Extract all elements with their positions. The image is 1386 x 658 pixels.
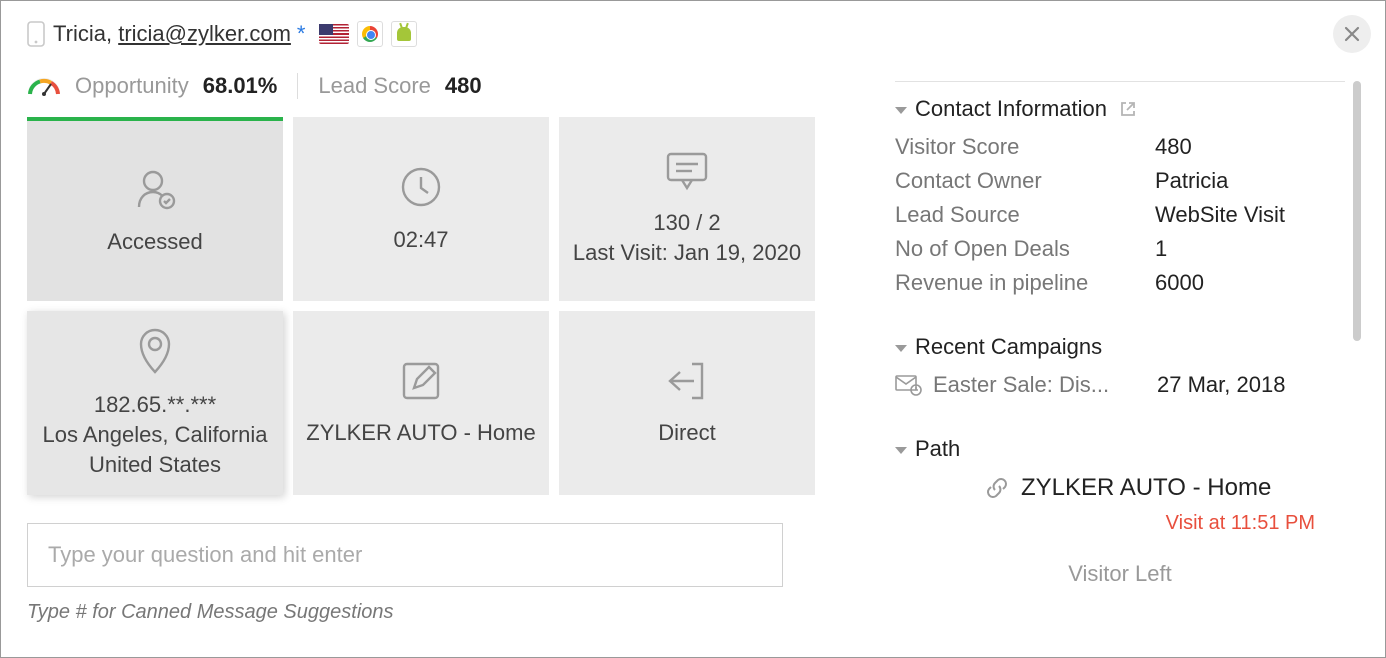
contact-row: Lead SourceWebSite Visit (895, 202, 1345, 228)
visitor-tiles-grid: Accessed 02:47 130 / 2 Last Visit: Jan 1… (27, 117, 815, 495)
contact-k-1: Contact Owner (895, 168, 1155, 194)
device-mobile-icon (27, 21, 45, 47)
starred-indicator: * (297, 21, 306, 47)
caret-down-icon (895, 345, 907, 352)
location-pin-icon (135, 326, 175, 376)
opportunity-label: Opportunity (75, 73, 189, 99)
clock-icon (397, 163, 445, 211)
tile-visits-last: Last Visit: Jan 19, 2020 (573, 238, 801, 268)
edit-page-icon (398, 358, 444, 404)
tile-visits-count: 130 / 2 (653, 208, 720, 238)
contact-k-2: Lead Source (895, 202, 1155, 228)
external-link-icon[interactable] (1119, 100, 1137, 118)
android-icon (397, 27, 411, 41)
scrollbar[interactable] (1353, 81, 1361, 341)
opportunity-value: 68.01% (203, 73, 278, 99)
enter-arrow-icon (664, 358, 710, 404)
visitor-metrics: Opportunity 68.01% Lead Score 480 (27, 73, 815, 99)
contact-row: Contact OwnerPatricia (895, 168, 1345, 194)
contact-row: No of Open Deals1 (895, 236, 1345, 262)
caret-down-icon (895, 107, 907, 114)
close-icon (1344, 26, 1360, 42)
contact-k-3: No of Open Deals (895, 236, 1155, 262)
divider (297, 73, 298, 99)
path-visit-time: Visit at 11:51 PM (895, 512, 1345, 535)
browser-chrome-badge (357, 21, 383, 47)
section-campaigns: Recent Campaigns Easter Sale: Dis... 27 … (895, 320, 1345, 398)
tile-page-title: ZYLKER AUTO - Home (306, 418, 535, 448)
contact-v-0: 480 (1155, 134, 1192, 160)
campaign-item[interactable]: Easter Sale: Dis... 27 Mar, 2018 (895, 372, 1345, 398)
section-campaigns-title: Recent Campaigns (915, 334, 1102, 360)
user-check-icon (131, 165, 179, 213)
campaign-label: Easter Sale: Dis... (933, 372, 1157, 398)
section-path-toggle[interactable]: Path (895, 436, 1345, 462)
gauge-icon (27, 76, 61, 96)
tile-accessed[interactable]: Accessed (27, 117, 283, 301)
visitor-left-label: Visitor Left (895, 561, 1345, 587)
tile-page[interactable]: ZYLKER AUTO - Home (293, 311, 549, 495)
tile-location[interactable]: 182.65.**.*** Los Angeles, California Un… (27, 311, 283, 495)
chat-lines-icon (662, 150, 712, 194)
chrome-icon (362, 26, 378, 42)
tile-time-value: 02:47 (393, 225, 448, 255)
contact-v-4: 6000 (1155, 270, 1204, 296)
link-icon (985, 476, 1009, 500)
tile-country: United States (89, 450, 221, 480)
country-flag-us-icon (319, 24, 349, 44)
section-path-title: Path (915, 436, 960, 462)
visitor-name: Tricia (53, 21, 106, 46)
lead-score-label: Lead Score (318, 73, 431, 99)
contact-v-2: WebSite Visit (1155, 202, 1285, 228)
section-contact-info: Contact Information Visitor Score480 Con… (895, 81, 1345, 296)
chat-hint: Type # for Canned Message Suggestions (27, 601, 815, 624)
tile-ip: 182.65.**.*** (94, 390, 216, 420)
tile-time[interactable]: 02:47 (293, 117, 549, 301)
path-page-title: ZYLKER AUTO - Home (1021, 474, 1271, 502)
visitor-email[interactable]: tricia@zylker.com (118, 21, 291, 46)
caret-down-icon (895, 447, 907, 454)
contact-v-1: Patricia (1155, 168, 1228, 194)
os-android-badge (391, 21, 417, 47)
contact-row: Visitor Score480 (895, 134, 1345, 160)
contact-v-3: 1 (1155, 236, 1167, 262)
visitor-header: Tricia, tricia@zylker.com * (27, 21, 815, 47)
tile-visits[interactable]: 130 / 2 Last Visit: Jan 19, 2020 (559, 117, 815, 301)
tile-accessed-label: Accessed (107, 227, 202, 257)
mail-clock-icon (895, 374, 923, 396)
close-button[interactable] (1333, 15, 1371, 53)
tile-city: Los Angeles, California (42, 420, 267, 450)
chat-input[interactable] (27, 523, 783, 587)
section-campaigns-toggle[interactable]: Recent Campaigns (895, 334, 1345, 360)
tile-source-label: Direct (658, 418, 715, 448)
contact-k-0: Visitor Score (895, 134, 1155, 160)
section-contact-toggle[interactable]: Contact Information (895, 96, 1345, 122)
section-path: Path ZYLKER AUTO - Home Visit at 11:51 P… (895, 422, 1345, 535)
tile-source[interactable]: Direct (559, 311, 815, 495)
section-contact-title: Contact Information (915, 96, 1107, 122)
contact-row: Revenue in pipeline6000 (895, 270, 1345, 296)
contact-k-4: Revenue in pipeline (895, 270, 1155, 296)
path-page-row[interactable]: ZYLKER AUTO - Home (895, 474, 1345, 502)
lead-score-value: 480 (445, 73, 482, 99)
campaign-date: 27 Mar, 2018 (1157, 372, 1285, 398)
